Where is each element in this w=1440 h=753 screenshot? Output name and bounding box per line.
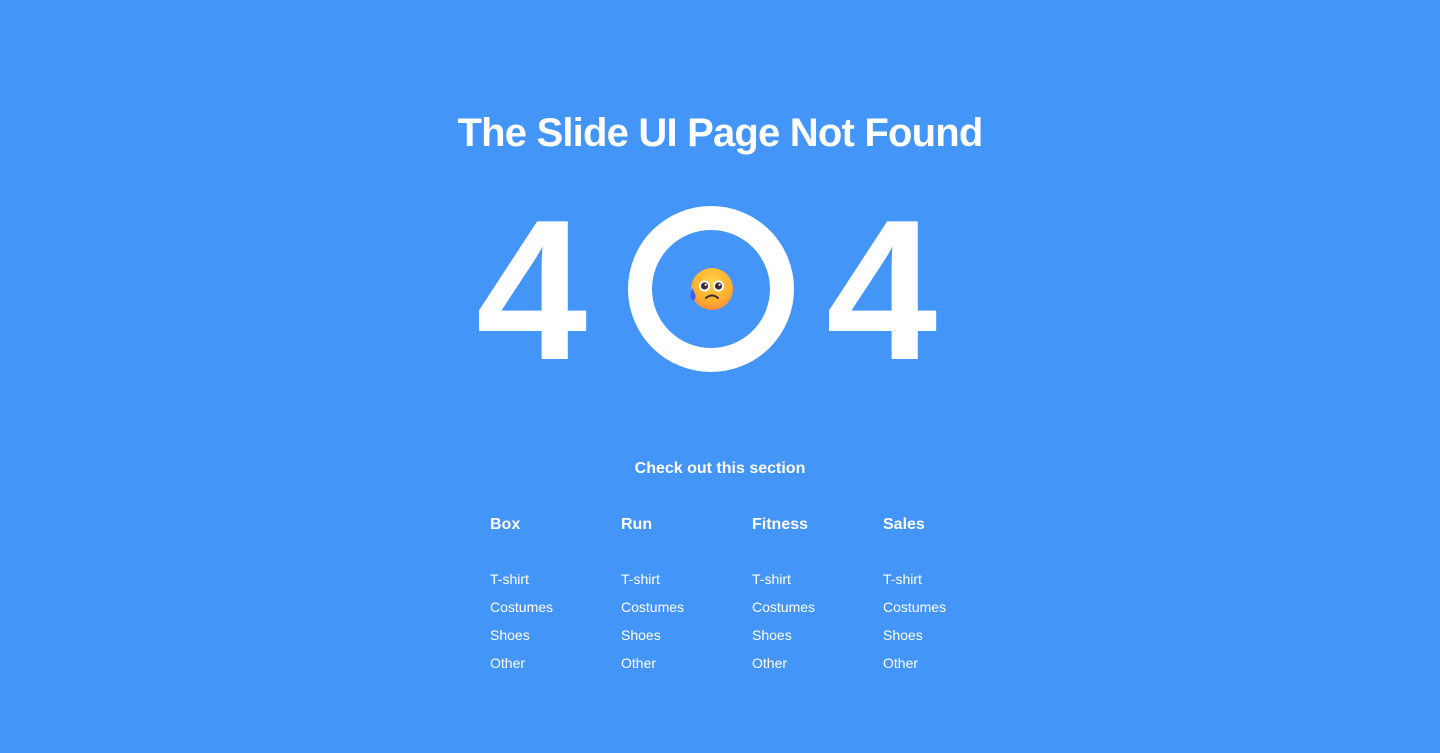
category-link[interactable]: Shoes	[621, 625, 752, 653]
category-link[interactable]: T-shirt	[621, 569, 752, 597]
category-link[interactable]: Costumes	[752, 597, 883, 625]
category-title: Sales	[883, 516, 925, 533]
category-link[interactable]: Costumes	[490, 597, 621, 625]
category-title: Run	[621, 516, 653, 533]
category-links: T-shirt Costumes Shoes Other	[621, 569, 752, 681]
category-link[interactable]: Other	[621, 653, 752, 681]
category-title: Fitness	[752, 516, 809, 533]
category-links: T-shirt Costumes Shoes Other	[883, 569, 1014, 681]
category-link[interactable]: Costumes	[621, 597, 752, 625]
error-digit-first: 4	[476, 179, 588, 402]
category-link[interactable]: Shoes	[883, 625, 1014, 653]
page-title: The Slide UI Page Not Found	[457, 110, 983, 155]
category-link[interactable]: Other	[883, 653, 1014, 681]
category-link[interactable]: Costumes	[883, 597, 1014, 625]
category-links: T-shirt Costumes Shoes Other	[752, 569, 883, 681]
category-links: T-shirt Costumes Shoes Other	[490, 569, 621, 681]
category-column-box: Box T-shirt Costumes Shoes Other	[490, 515, 621, 681]
category-column-sales: Sales T-shirt Costumes Shoes Other	[883, 515, 1014, 681]
category-columns: Box T-shirt Costumes Shoes Other Run T-s…	[490, 515, 1014, 681]
category-link[interactable]: T-shirt	[883, 569, 1014, 597]
category-link[interactable]: Other	[752, 653, 883, 681]
category-column-fitness: Fitness T-shirt Costumes Shoes Other	[752, 515, 883, 681]
category-title: Box	[490, 516, 521, 533]
sad-sweat-face-icon	[690, 268, 733, 310]
category-column-run: Run T-shirt Costumes Shoes Other	[621, 515, 752, 681]
category-link[interactable]: Shoes	[490, 625, 621, 653]
category-link[interactable]: Other	[490, 653, 621, 681]
error-digit-last: 4	[826, 179, 938, 402]
category-link[interactable]: T-shirt	[490, 569, 621, 597]
category-link[interactable]: Shoes	[752, 625, 883, 653]
error-code-404: 4 4	[476, 179, 956, 402]
category-link[interactable]: T-shirt	[752, 569, 883, 597]
section-heading: Check out this section	[634, 460, 806, 477]
